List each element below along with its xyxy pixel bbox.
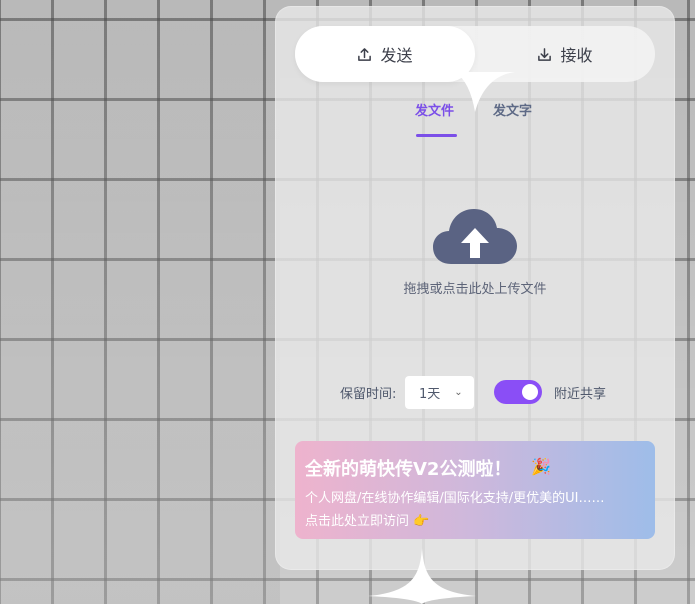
retention-label: 保留时间: <box>340 387 397 402</box>
nearby-share-toggle[interactable] <box>494 380 542 404</box>
banner-description: 个人网盘/在线协作编辑/国际化支持/更优美的UI…… <box>305 491 605 506</box>
receive-mode-button[interactable]: 接收 <box>475 26 655 82</box>
toggle-knob <box>522 384 538 400</box>
party-popper-icon: 🎉 <box>531 457 551 476</box>
grid-background <box>0 0 280 604</box>
mode-switch: 发送 接收 <box>295 26 655 112</box>
active-tab-underline <box>416 134 457 137</box>
upload-hint: 拖拽或点击此处上传文件 <box>403 282 547 297</box>
retention-select[interactable]: 1天 ⌄ <box>405 376 474 409</box>
tab-send-file[interactable]: 发文件 <box>415 100 454 119</box>
promo-banner[interactable]: 全新的萌快传V2公测啦！ 🎉 个人网盘/在线协作编辑/国际化支持/更优美的UI…… <box>295 441 655 539</box>
tab-send-text[interactable]: 发文字 <box>493 100 532 119</box>
sub-tabs: 发文件 发文字 <box>275 98 675 138</box>
sparkle-decoration <box>368 548 476 604</box>
banner-link[interactable]: 点击此处立即访问 👉 <box>305 510 429 529</box>
banner-title: 全新的萌快传V2公测啦！ <box>305 459 512 480</box>
send-mode-button[interactable]: 发送 <box>295 26 475 82</box>
cloud-upload-icon <box>433 209 517 264</box>
transfer-panel: 发送 接收 发文件 发文字 拖拽或点击此处上传文件 保留时间: 1天 ⌄ 附近共… <box>275 6 675 570</box>
upload-icon <box>358 47 372 61</box>
send-mode-label: 发送 <box>380 46 413 65</box>
receive-mode-label: 接收 <box>560 46 593 65</box>
download-icon <box>538 47 552 61</box>
retention-value: 1天 <box>419 387 441 402</box>
file-drop-zone[interactable]: 拖拽或点击此处上传文件 <box>295 186 655 316</box>
nearby-share-label: 附近共享 <box>554 387 607 402</box>
chevron-down-icon: ⌄ <box>454 387 463 398</box>
